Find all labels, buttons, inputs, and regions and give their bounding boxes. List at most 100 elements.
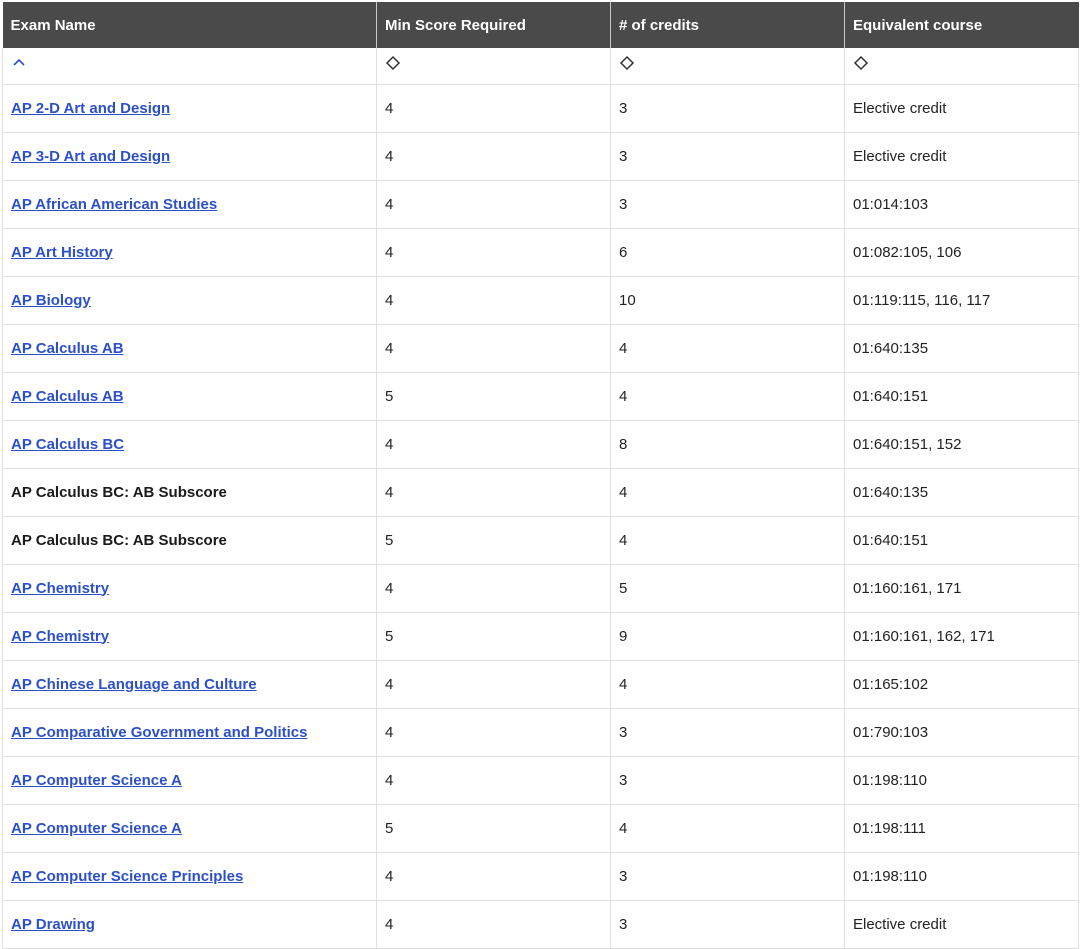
table-row: AP Calculus AB 5 4 01:640:151: [2, 372, 1079, 421]
exam-credit-table: Exam Name Min Score Required # of credit…: [2, 2, 1079, 949]
cell-credits: 8: [610, 420, 845, 469]
cell-min-score: 5: [376, 516, 611, 565]
table-row: AP Chemistry 4 5 01:160:161, 171: [2, 564, 1079, 613]
sort-cell-equivalent-course: [844, 48, 1079, 85]
cell-credits: 4: [610, 804, 845, 853]
table-row: AP Calculus AB 4 4 01:640:135: [2, 324, 1079, 373]
cell-credits: 3: [610, 132, 845, 181]
exam-name-link[interactable]: AP 3-D Art and Design: [11, 148, 170, 165]
column-header-exam-name: Exam Name: [2, 2, 377, 48]
cell-credits: 6: [610, 228, 845, 277]
cell-equivalent-course: 01:160:161, 171: [844, 564, 1079, 613]
cell-equivalent-course: 01:165:102: [844, 660, 1079, 709]
cell-exam-name: AP African American Studies: [2, 180, 377, 229]
cell-exam-name: AP Chinese Language and Culture: [2, 660, 377, 709]
cell-credits: 9: [610, 612, 845, 661]
column-header-credits: # of credits: [610, 2, 845, 48]
sort-unsorted-icon[interactable]: [853, 55, 869, 71]
cell-credits: 3: [610, 708, 845, 757]
exam-credit-table-container: Exam Name Min Score Required # of credit…: [2, 2, 1079, 949]
cell-min-score: 4: [376, 756, 611, 805]
column-header-min-score: Min Score Required: [376, 2, 611, 48]
cell-credits: 4: [610, 516, 845, 565]
sort-cell-exam-name: [2, 48, 377, 85]
table-row: AP Calculus BC 4 8 01:640:151, 152: [2, 420, 1079, 469]
cell-exam-name: AP Comparative Government and Politics: [2, 708, 377, 757]
table-row: AP 2-D Art and Design 4 3 Elective credi…: [2, 84, 1079, 133]
table-row: AP Chemistry 5 9 01:160:161, 162, 171: [2, 612, 1079, 661]
cell-exam-name: AP Calculus BC: AB Subscore: [2, 468, 377, 517]
exam-name-link[interactable]: AP Drawing: [11, 916, 95, 933]
cell-equivalent-course: 01:119:115, 116, 117: [844, 276, 1079, 325]
cell-equivalent-course: Elective credit: [844, 900, 1079, 949]
exam-name-link[interactable]: AP 2-D Art and Design: [11, 100, 170, 117]
cell-credits: 4: [610, 660, 845, 709]
cell-credits: 5: [610, 564, 845, 613]
cell-equivalent-course: 01:014:103: [844, 180, 1079, 229]
cell-min-score: 5: [376, 372, 611, 421]
table-row: AP Biology 4 10 01:119:115, 116, 117: [2, 276, 1079, 325]
sort-controls-row: [2, 48, 1079, 85]
cell-min-score: 4: [376, 900, 611, 949]
exam-name-link[interactable]: AP Chemistry: [11, 580, 109, 597]
exam-name-link[interactable]: AP Computer Science A: [11, 820, 182, 837]
cell-min-score: 4: [376, 660, 611, 709]
cell-credits: 3: [610, 852, 845, 901]
exam-name-link[interactable]: AP African American Studies: [11, 196, 217, 213]
cell-min-score: 4: [376, 852, 611, 901]
exam-name-link[interactable]: AP Art History: [11, 244, 113, 261]
sort-cell-credits: [610, 48, 845, 85]
exam-name-link[interactable]: AP Calculus AB: [11, 388, 124, 405]
cell-equivalent-course: 01:640:135: [844, 468, 1079, 517]
sort-ascending-icon[interactable]: [11, 55, 27, 71]
cell-equivalent-course: Elective credit: [844, 132, 1079, 181]
exam-name-link[interactable]: AP Computer Science A: [11, 772, 182, 789]
table-row: AP Comparative Government and Politics 4…: [2, 708, 1079, 757]
table-row: AP Art History 4 6 01:082:105, 106: [2, 228, 1079, 277]
exam-name-link[interactable]: AP Chinese Language and Culture: [11, 676, 257, 693]
cell-equivalent-course: Elective credit: [844, 84, 1079, 133]
sort-cell-min-score: [376, 48, 611, 85]
table-body: AP 2-D Art and Design 4 3 Elective credi…: [2, 84, 1079, 949]
exam-name-text: AP Calculus BC: AB Subscore: [11, 531, 227, 549]
cell-equivalent-course: 01:640:135: [844, 324, 1079, 373]
sort-unsorted-icon[interactable]: [385, 55, 401, 71]
cell-credits: 10: [610, 276, 845, 325]
cell-credits: 4: [610, 372, 845, 421]
table-header-row: Exam Name Min Score Required # of credit…: [2, 2, 1079, 48]
exam-name-link[interactable]: AP Computer Science Principles: [11, 868, 243, 885]
cell-min-score: 4: [376, 324, 611, 373]
cell-equivalent-course: 01:640:151, 152: [844, 420, 1079, 469]
cell-credits: 4: [610, 468, 845, 517]
cell-exam-name: AP Computer Science Principles: [2, 852, 377, 901]
exam-name-link[interactable]: AP Comparative Government and Politics: [11, 724, 307, 741]
table-row: AP Computer Science A 5 4 01:198:111: [2, 804, 1079, 853]
cell-min-score: 4: [376, 180, 611, 229]
exam-name-link[interactable]: AP Calculus BC: [11, 436, 124, 453]
cell-min-score: 4: [376, 564, 611, 613]
table-row: AP Computer Science A 4 3 01:198:110: [2, 756, 1079, 805]
exam-name-link[interactable]: AP Calculus AB: [11, 340, 124, 357]
cell-equivalent-course: 01:198:110: [844, 852, 1079, 901]
cell-exam-name: AP 3-D Art and Design: [2, 132, 377, 181]
table-row: AP Chinese Language and Culture 4 4 01:1…: [2, 660, 1079, 709]
cell-min-score: 5: [376, 804, 611, 853]
cell-exam-name: AP Chemistry: [2, 564, 377, 613]
cell-min-score: 4: [376, 84, 611, 133]
column-header-equivalent-course: Equivalent course: [844, 2, 1079, 48]
sort-unsorted-icon[interactable]: [619, 55, 635, 71]
cell-equivalent-course: 01:790:103: [844, 708, 1079, 757]
cell-equivalent-course: 01:198:110: [844, 756, 1079, 805]
table-row: AP African American Studies 4 3 01:014:1…: [2, 180, 1079, 229]
cell-exam-name: AP Drawing: [2, 900, 377, 949]
cell-exam-name: AP 2-D Art and Design: [2, 84, 377, 133]
exam-name-link[interactable]: AP Biology: [11, 292, 91, 309]
table-row: AP Calculus BC: AB Subscore 4 4 01:640:1…: [2, 468, 1079, 517]
exam-name-link[interactable]: AP Chemistry: [11, 628, 109, 645]
cell-equivalent-course: 01:640:151: [844, 372, 1079, 421]
cell-min-score: 4: [376, 228, 611, 277]
cell-exam-name: AP Calculus AB: [2, 324, 377, 373]
cell-equivalent-course: 01:160:161, 162, 171: [844, 612, 1079, 661]
cell-exam-name: AP Biology: [2, 276, 377, 325]
cell-exam-name: AP Computer Science A: [2, 756, 377, 805]
